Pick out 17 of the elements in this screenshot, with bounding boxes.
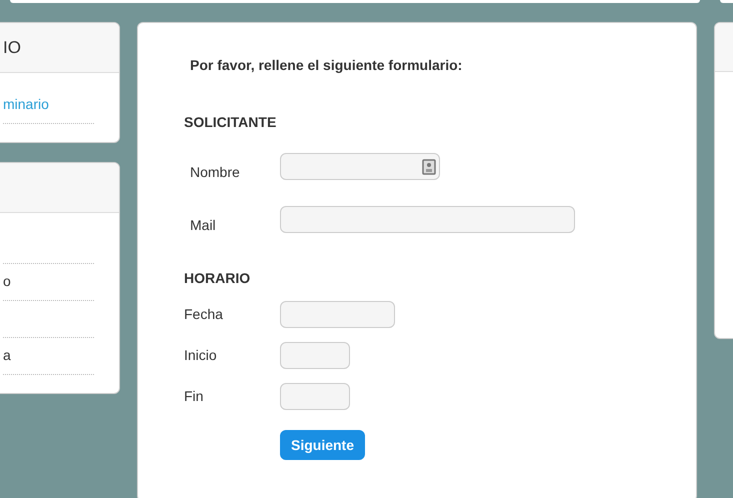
input-field[interactable]	[280, 383, 350, 410]
field-label: Fin	[184, 387, 204, 406]
panel-title: IO	[3, 36, 21, 59]
contact-card-icon	[422, 158, 436, 174]
form-intro: Por favor, rellene el siguiente formulario:	[190, 56, 464, 75]
input-field[interactable]	[280, 206, 575, 233]
input-field[interactable]	[280, 342, 350, 369]
section-title: HORARIO	[184, 269, 252, 288]
section-title: SOLICITANTE	[184, 113, 278, 132]
field-label: Fecha	[184, 305, 224, 324]
list-item[interactable]: a	[3, 345, 11, 366]
field-label: Mail	[190, 216, 217, 235]
input-field[interactable]	[280, 153, 440, 180]
field-label: Nombre	[190, 163, 241, 182]
list-item[interactable]: o	[3, 271, 11, 292]
input-field[interactable]	[280, 301, 395, 328]
field-label: Inicio	[184, 346, 218, 365]
